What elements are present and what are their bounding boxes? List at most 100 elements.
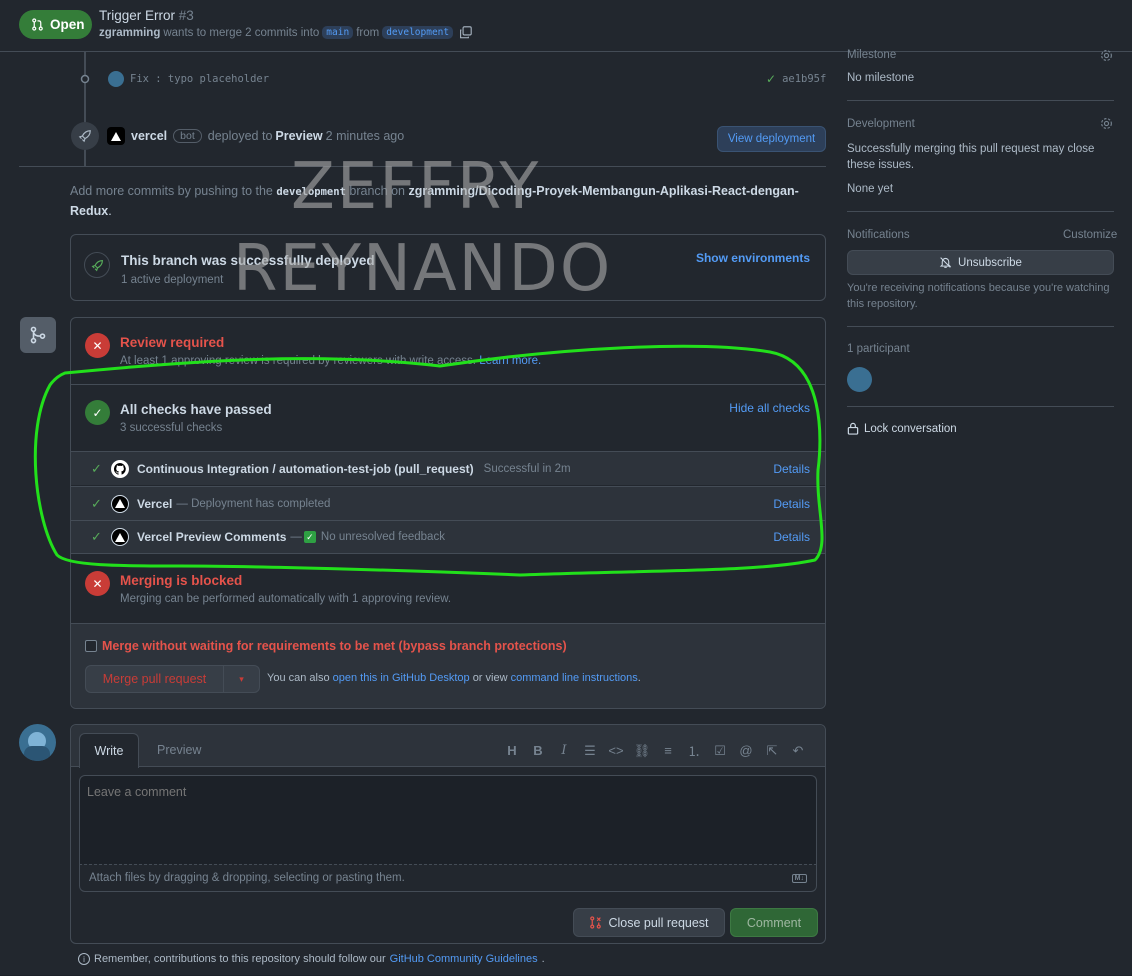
cross-reference-icon[interactable]: ⇱ bbox=[760, 743, 784, 759]
cli-instructions-link[interactable]: command line instructions bbox=[511, 672, 638, 684]
head-branch[interactable]: development bbox=[382, 26, 454, 39]
pull-request-icon bbox=[32, 18, 43, 31]
check-box-icon: ✓ bbox=[303, 531, 316, 543]
vercel-logo-icon bbox=[111, 528, 129, 546]
commit-message[interactable]: Fix : typo placeholder bbox=[130, 73, 269, 85]
deploy-actor[interactable]: vercel bbox=[131, 129, 167, 143]
merge-also-text: You can also bbox=[267, 672, 330, 684]
view-deployment-button[interactable]: View deployment bbox=[717, 126, 826, 152]
check-details-link[interactable]: Details bbox=[773, 497, 810, 511]
sidebar-divider bbox=[847, 406, 1114, 407]
tab-preview[interactable]: Preview bbox=[157, 743, 201, 757]
reply-icon[interactable]: ↶ bbox=[786, 743, 810, 759]
lock-conversation-label: Lock conversation bbox=[864, 422, 957, 435]
bold-icon[interactable]: B bbox=[526, 743, 550, 758]
commit-check-icon[interactable]: ✓ bbox=[766, 72, 776, 86]
push-hint: Add more commits by pushing to the devel… bbox=[70, 182, 826, 221]
code-icon[interactable]: <> bbox=[604, 743, 628, 758]
rocket-icon bbox=[71, 122, 99, 150]
merge-pull-request-button[interactable]: Merge pull request bbox=[86, 666, 224, 692]
learn-more-link[interactable]: Learn more. bbox=[479, 355, 541, 367]
mention-icon[interactable]: @ bbox=[734, 743, 758, 758]
notifications-label: Notifications bbox=[847, 229, 910, 241]
check-status: — Deployment has completed bbox=[176, 497, 331, 510]
pr-status-badge: Open bbox=[19, 10, 92, 39]
bypass-label[interactable]: Merge without waiting for requirements t… bbox=[102, 639, 567, 653]
info-icon: i bbox=[78, 953, 90, 965]
unsubscribe-button[interactable]: Unsubscribe bbox=[847, 250, 1114, 275]
italic-icon[interactable]: I bbox=[552, 743, 576, 758]
vercel-logo-icon bbox=[111, 494, 129, 513]
task-list-icon[interactable]: ☑ bbox=[708, 743, 732, 759]
deployments-box: This branch was successfully deployed 1 … bbox=[70, 234, 826, 301]
hide-all-checks-link[interactable]: Hide all checks bbox=[729, 401, 810, 415]
timeline-divider bbox=[19, 166, 826, 167]
development-text: Successfully merging this pull request m… bbox=[847, 143, 1095, 171]
blocked-x-icon: ✕ bbox=[85, 571, 110, 596]
milestone-gear-icon[interactable] bbox=[1100, 49, 1113, 62]
pr-subtitle: zgramming wants to merge 2 commits into … bbox=[99, 26, 472, 39]
participants-label: 1 participant bbox=[847, 343, 910, 355]
quote-icon[interactable]: ☰ bbox=[578, 743, 602, 759]
attach-files-bar[interactable]: Attach files by dragging & dropping, sel… bbox=[79, 864, 817, 892]
comment-button[interactable]: Comment bbox=[730, 908, 818, 937]
development-label[interactable]: Development bbox=[847, 118, 915, 130]
bypass-checkbox[interactable] bbox=[85, 640, 97, 652]
link-icon[interactable]: ⛓ bbox=[630, 743, 654, 759]
pr-title: Trigger Error #3 bbox=[99, 8, 194, 23]
checks-passed-icon: ✓ bbox=[85, 400, 110, 425]
base-branch[interactable]: main bbox=[322, 26, 354, 39]
check-status: Successful in 2m bbox=[483, 462, 571, 475]
bypass-row: Merge without waiting for requirements t… bbox=[85, 639, 567, 653]
customize-link[interactable]: Customize bbox=[1063, 229, 1117, 241]
development-gear-icon[interactable] bbox=[1100, 117, 1113, 130]
checks-subtitle: 3 successful checks bbox=[120, 422, 223, 434]
push-hint-suffix: . bbox=[108, 204, 112, 218]
markdown-toolbar: H B I ☰ <> ⛓ ≡ ⒈ ☑ @ ⇱ ↶ bbox=[500, 741, 810, 760]
tab-write[interactable]: Write bbox=[79, 733, 139, 768]
checks-title: All checks have passed bbox=[120, 402, 272, 417]
pr-author[interactable]: zgramming bbox=[99, 27, 160, 39]
pr-number: #3 bbox=[178, 8, 194, 23]
check-status: — bbox=[290, 531, 302, 543]
check-details-link[interactable]: Details bbox=[773, 530, 810, 544]
review-text-row: At least 1 approving review is required … bbox=[120, 355, 541, 367]
participant-avatar[interactable] bbox=[847, 367, 872, 392]
notifications-text: You're receiving notifications because y… bbox=[847, 282, 1110, 310]
check-success-icon: ✓ bbox=[91, 529, 102, 544]
merge-button-group: Merge pull request ▾ bbox=[85, 665, 260, 693]
deploy-environment[interactable]: Preview bbox=[275, 129, 322, 143]
development-value: None yet bbox=[847, 183, 894, 195]
guidelines-link[interactable]: GitHub Community Guidelines bbox=[390, 953, 538, 965]
close-pull-request-button[interactable]: Close pull request bbox=[573, 908, 725, 937]
commit-author-avatar[interactable] bbox=[108, 71, 124, 87]
lock-conversation-button[interactable]: Lock conversation bbox=[847, 422, 957, 435]
check-details-link[interactable]: Details bbox=[773, 462, 810, 476]
copy-icon[interactable] bbox=[459, 26, 472, 39]
milestone-label[interactable]: Milestone bbox=[847, 49, 896, 61]
guidelines-prefix: Remember, contributions to this reposito… bbox=[94, 953, 386, 965]
review-text: At least 1 approving review is required … bbox=[120, 355, 477, 367]
show-environments-link[interactable]: Show environments bbox=[696, 251, 810, 265]
merge-dropdown-caret-icon[interactable]: ▾ bbox=[224, 666, 259, 692]
github-desktop-link[interactable]: open this in GitHub Desktop bbox=[333, 672, 470, 684]
unsubscribe-label: Unsubscribe bbox=[958, 256, 1022, 269]
review-x-icon: ✕ bbox=[85, 333, 110, 358]
deploy-time[interactable]: 2 minutes ago bbox=[326, 129, 405, 143]
merge-alt-text: You can also open this in GitHub Desktop… bbox=[267, 672, 641, 684]
github-logo-icon bbox=[111, 459, 129, 478]
check-success-icon: ✓ bbox=[91, 495, 102, 511]
ordered-list-icon[interactable]: ⒈ bbox=[682, 741, 706, 760]
check-name: Continuous Integration / automation-test… bbox=[137, 461, 474, 476]
sidebar-divider bbox=[847, 100, 1114, 101]
blocked-title: Merging is blocked bbox=[120, 573, 243, 588]
milestone-value: No milestone bbox=[847, 72, 915, 84]
commit-sha[interactable]: ae1b95f bbox=[782, 73, 826, 85]
markdown-icon: M↓ bbox=[791, 873, 807, 883]
unordered-list-icon[interactable]: ≡ bbox=[656, 743, 680, 758]
lock-icon bbox=[847, 422, 859, 435]
heading-icon[interactable]: H bbox=[500, 743, 524, 758]
current-user-avatar[interactable] bbox=[19, 724, 56, 761]
check-name: Vercel Preview Comments bbox=[137, 530, 287, 544]
comment-textarea[interactable] bbox=[79, 775, 817, 864]
